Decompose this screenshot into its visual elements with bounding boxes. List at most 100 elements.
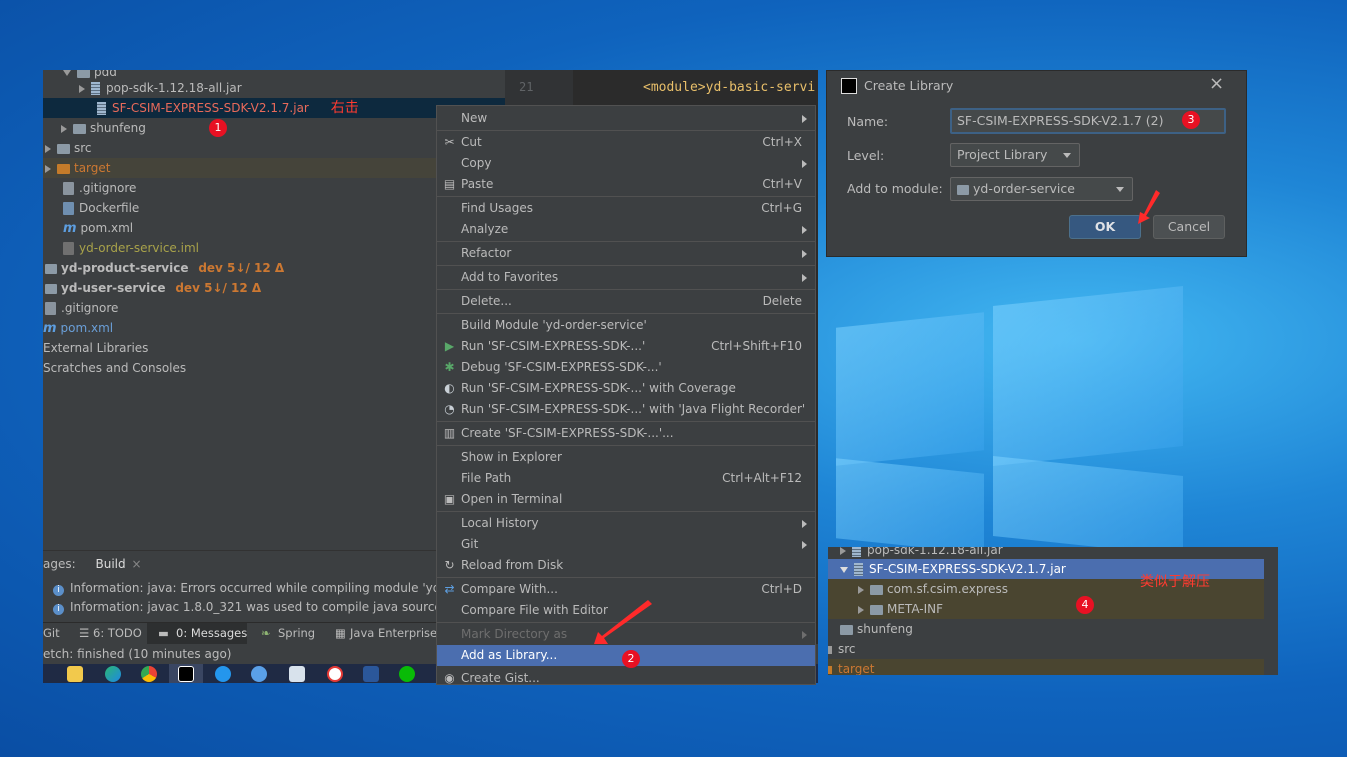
module-select[interactable]: yd-order-service — [950, 177, 1133, 201]
menu-item-run[interactable]: ▶ Run 'SF-CSIM-EXPRESS-SDK-...' Ctrl+Shift… — [437, 336, 815, 357]
menu-item-build-module[interactable]: Build Module 'yd-order-service' — [437, 315, 815, 336]
intellij-icon[interactable] — [178, 666, 194, 682]
messages-tool-tab[interactable]: 0: Messages — [176, 626, 247, 640]
menu-item-local-history[interactable]: Local History — [437, 513, 815, 534]
menu-item-run-coverage[interactable]: ◐ Run 'SF-CSIM-EXPRESS-SDK-...' with Cove… — [437, 378, 815, 399]
debug-bug-icon: ✱ — [444, 360, 455, 374]
tree-row[interactable]: src — [828, 639, 1264, 659]
close-icon[interactable]: × — [1209, 73, 1224, 94]
tree-label: Dockerfile — [79, 201, 140, 215]
chrome-icon[interactable] — [141, 666, 157, 682]
level-label: Level: — [847, 148, 885, 163]
expand-arrow-icon[interactable] — [858, 605, 864, 614]
folder-icon — [57, 143, 70, 154]
menu-item-run-jfr[interactable]: ◔ Run 'SF-CSIM-EXPRESS-SDK-...' with 'Jav… — [437, 399, 815, 420]
gitignore-icon — [63, 182, 74, 195]
menu-item-open-in-terminal[interactable]: ▣ Open in Terminal — [437, 489, 815, 510]
menu-item-delete[interactable]: Delete... Delete — [437, 291, 815, 312]
menu-item-add-to-favorites[interactable]: Add to Favorites — [437, 267, 815, 288]
maven-icon: m — [63, 220, 77, 236]
menu-item-refactor[interactable]: Refactor — [437, 243, 815, 264]
tree-row[interactable]: META-INF — [828, 599, 1264, 619]
app-icon[interactable] — [251, 666, 267, 682]
menu-item-copy[interactable]: Copy — [437, 153, 815, 174]
iml-file-icon — [63, 242, 74, 255]
submenu-arrow-icon — [802, 160, 807, 168]
menu-item-cut[interactable]: ✂ Cut Ctrl+X — [437, 132, 815, 153]
tree-label: META-INF — [887, 602, 944, 616]
docker-file-icon — [63, 202, 74, 215]
tree-label: pom.xml — [60, 321, 114, 335]
tree-label: pop-sdk-1.12.18-all.jar — [867, 547, 1003, 557]
menu-item-compare-with[interactable]: ⇄ Compare With... Ctrl+D — [437, 579, 815, 600]
folder-icon — [77, 70, 90, 78]
tree-label: .gitignore — [61, 301, 119, 315]
maven-icon: m — [43, 320, 57, 336]
close-icon[interactable]: × — [131, 557, 141, 571]
expand-arrow-icon[interactable] — [840, 547, 846, 555]
tree-row[interactable]: target — [828, 659, 1264, 675]
menu-item-analyze[interactable]: Analyze — [437, 219, 815, 240]
git-tool-tab[interactable]: Git — [43, 626, 60, 640]
wechat-icon[interactable] — [399, 666, 415, 682]
module-value: yd-order-service — [973, 181, 1075, 196]
tree-label: com.sf.csim.express — [887, 582, 1008, 596]
git-branch-status: dev 5↓/ 12 Δ — [175, 281, 262, 295]
terminal-icon: ▣ — [443, 492, 456, 506]
tree-label: External Libraries — [43, 341, 149, 355]
menu-item-create-config[interactable]: ▥ Create 'SF-CSIM-EXPRESS-SDK-...'... — [437, 423, 815, 444]
tree-label: target — [74, 161, 111, 175]
chevron-down-icon — [1063, 153, 1071, 158]
expand-arrow-icon[interactable] — [79, 84, 85, 93]
line-number: 21 — [519, 80, 534, 94]
menu-item-new[interactable]: New — [437, 108, 815, 129]
word-icon[interactable] — [363, 666, 379, 682]
dialog-title: Create Library — [864, 78, 954, 93]
tree-row[interactable]: shunfeng — [828, 619, 1264, 639]
expand-arrow-icon[interactable] — [840, 566, 848, 573]
docker-icon[interactable] — [215, 666, 231, 682]
menu-item-show-in-explorer[interactable]: Show in Explorer — [437, 447, 815, 468]
menu-item-reload-from-disk[interactable]: ↻ Reload from Disk — [437, 555, 815, 576]
info-icon: i — [53, 585, 64, 596]
annotation-right-click: 右击 — [330, 100, 359, 116]
clock-app-icon[interactable] — [327, 666, 343, 682]
git-branch-status: dev 5↓/ 12 Δ — [198, 261, 285, 275]
spring-icon: ❧ — [261, 626, 271, 640]
menu-item-git[interactable]: Git — [437, 534, 815, 555]
build-message[interactable]: i Information: javac 1.8.0_321 was used t… — [53, 600, 448, 615]
expand-arrow-icon[interactable] — [45, 144, 51, 153]
spring-tool-tab[interactable]: Spring — [278, 626, 315, 640]
annotation-badge-4: 4 — [1076, 596, 1094, 614]
notepad-icon[interactable] — [289, 666, 305, 682]
tree-label: SF-CSIM-EXPRESS-SDK-V2.1.7.jar — [112, 101, 309, 115]
submenu-arrow-icon — [802, 115, 807, 123]
build-tab[interactable]: Build — [95, 557, 125, 571]
menu-item-file-path[interactable]: File Path Ctrl+Alt+F12 — [437, 468, 815, 489]
cancel-button[interactable]: Cancel — [1153, 215, 1225, 239]
jar-icon — [91, 82, 100, 95]
menu-item-paste[interactable]: ▤ Paste Ctrl+V — [437, 174, 815, 195]
tree-row[interactable]: pop-sdk-1.12.18-all.jar — [43, 78, 505, 98]
menu-item-create-gist[interactable]: ◉ Create Gist... — [437, 668, 815, 684]
scissors-icon: ✂ — [444, 135, 455, 149]
expand-arrow-icon[interactable] — [63, 70, 71, 76]
ok-button[interactable]: OK — [1069, 215, 1141, 239]
annotation-arrow-icon — [594, 600, 652, 644]
build-message[interactable]: i Information: java: Errors occurred whil… — [53, 581, 445, 596]
menu-item-debug[interactable]: ✱ Debug 'SF-CSIM-EXPRESS-SDK-...' — [437, 357, 815, 378]
todo-tool-tab[interactable]: 6: TODO — [93, 626, 142, 640]
module-label: Add to module: — [847, 181, 943, 196]
annotation-badge-3: 3 — [1182, 111, 1200, 129]
edge-icon[interactable] — [105, 666, 121, 682]
annotation-extract-note: 类似于解压 — [1140, 574, 1210, 590]
windows-logo-pane — [993, 286, 1183, 466]
file-explorer-icon[interactable] — [67, 666, 83, 682]
menu-item-find-usages[interactable]: Find Usages Ctrl+G — [437, 198, 815, 219]
level-select[interactable]: Project Library — [950, 143, 1080, 167]
expand-arrow-icon[interactable] — [45, 164, 51, 173]
java-enterprise-tool-tab[interactable]: Java Enterprise — [350, 626, 437, 640]
build-message-text: Information: javac 1.8.0_321 was used to… — [70, 600, 449, 614]
expand-arrow-icon[interactable] — [61, 124, 67, 133]
expand-arrow-icon[interactable] — [858, 585, 864, 594]
